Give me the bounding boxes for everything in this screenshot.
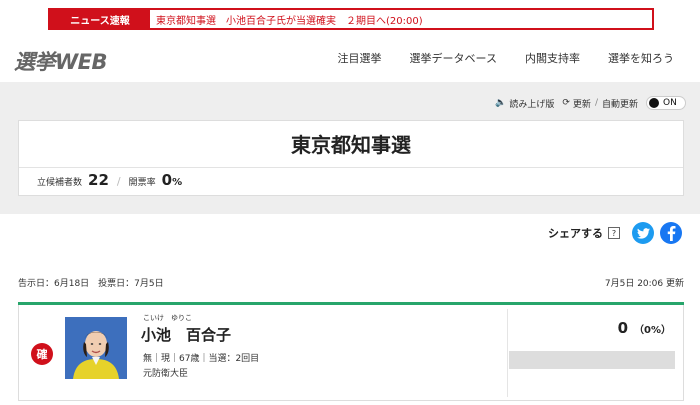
twitter-share-button[interactable] — [632, 222, 654, 244]
card-divider — [507, 309, 508, 397]
help-icon[interactable]: ? — [608, 227, 620, 239]
tool-separator: / — [594, 98, 598, 108]
turnout-unit: % — [172, 177, 183, 188]
share-label: シェアする — [548, 227, 603, 240]
elected-badge: 確 — [31, 343, 53, 365]
updated-time: 7月5日 20:06 更新 — [604, 279, 684, 289]
turnout-label: 開票率 — [128, 178, 156, 188]
update-label: 更新 — [572, 99, 591, 110]
main-nav: 注目選挙 選挙データベース 内閣支持率 選挙を知ろう — [310, 50, 674, 66]
title-divider — [19, 167, 683, 168]
election-title-box: 東京都知事選 立候補者数 22 / 開票率 0 % — [18, 120, 684, 196]
nav-item-database[interactable]: 選挙データベース — [410, 50, 497, 66]
election-title: 東京都知事選 — [291, 133, 411, 157]
auto-update-toggle[interactable]: ON — [646, 96, 686, 110]
breaking-news-text[interactable]: 東京都知事選 小池百合子氏が当選確実 ２期目へ(20:00) — [150, 10, 423, 28]
refresh-icon: ⟳ — [562, 98, 570, 108]
read-aloud-label: 読み上げ版 — [509, 99, 555, 110]
share-bar: シェアする ? — [548, 222, 682, 244]
breaking-news-bar[interactable]: ニュース速報 東京都知事選 小池百合子氏が当選確実 ２期目へ(20:00) — [48, 8, 654, 30]
stat-separator: / — [116, 175, 121, 188]
candidates-count: 22 — [88, 171, 109, 189]
facebook-icon — [667, 225, 675, 241]
candidates-label: 立候補者数 — [37, 178, 83, 188]
vote-summary: 0 （0%） — [618, 319, 671, 337]
site-logo[interactable]: 選挙WEB — [14, 46, 108, 76]
twitter-icon — [636, 227, 650, 239]
read-aloud-link[interactable]: 🔈 読み上げ版 — [495, 97, 554, 110]
candidate-portrait-icon — [65, 317, 127, 379]
turnout-value: 0 — [161, 171, 173, 189]
vote-share-bar — [509, 351, 675, 369]
election-summary-band: 🔈 読み上げ版 ⟳ 更新 / 自動更新 ON 東京都知事選 立候補者数 22 /… — [0, 82, 700, 214]
auto-update-label: 自動更新 — [601, 99, 638, 110]
nav-item-cabinet-approval[interactable]: 内閣支持率 — [525, 50, 580, 66]
update-button[interactable]: ⟳ 更新 — [562, 97, 591, 110]
facebook-share-button[interactable] — [660, 222, 682, 244]
breaking-news-label: ニュース速報 — [50, 10, 150, 28]
candidate-card: 確 こいけ ゆりこ 小池 百合子 無｜現｜67歳｜当選：2回目 元防衛大臣 0 … — [18, 305, 684, 401]
toggle-state: ON — [663, 98, 677, 108]
speaker-icon: 🔈 — [495, 98, 507, 108]
nav-item-learn[interactable]: 選挙を知ろう — [608, 50, 674, 66]
candidate-meta: 無｜現｜67歳｜当選：2回目 — [143, 354, 260, 364]
vote-percentage: （0%） — [634, 325, 671, 336]
nav-item-featured[interactable]: 注目選挙 — [338, 50, 382, 66]
candidate-photo — [65, 317, 127, 379]
candidate-name-reading: こいけ ゆりこ — [143, 314, 192, 322]
toggle-knob — [649, 98, 659, 108]
election-dates: 告示日：6月18日 投票日：7月5日 — [18, 279, 164, 289]
page-tools: 🔈 読み上げ版 ⟳ 更新 / 自動更新 ON — [487, 96, 686, 110]
candidate-name[interactable]: 小池 百合子 — [141, 324, 231, 345]
election-stats: 立候補者数 22 / 開票率 0 % — [37, 171, 182, 189]
vote-count: 0 — [617, 319, 629, 337]
candidate-role: 元防衛大臣 — [143, 369, 189, 379]
site-header: 選挙WEB 注目選挙 選挙データベース 内閣支持率 選挙を知ろう — [0, 38, 700, 78]
